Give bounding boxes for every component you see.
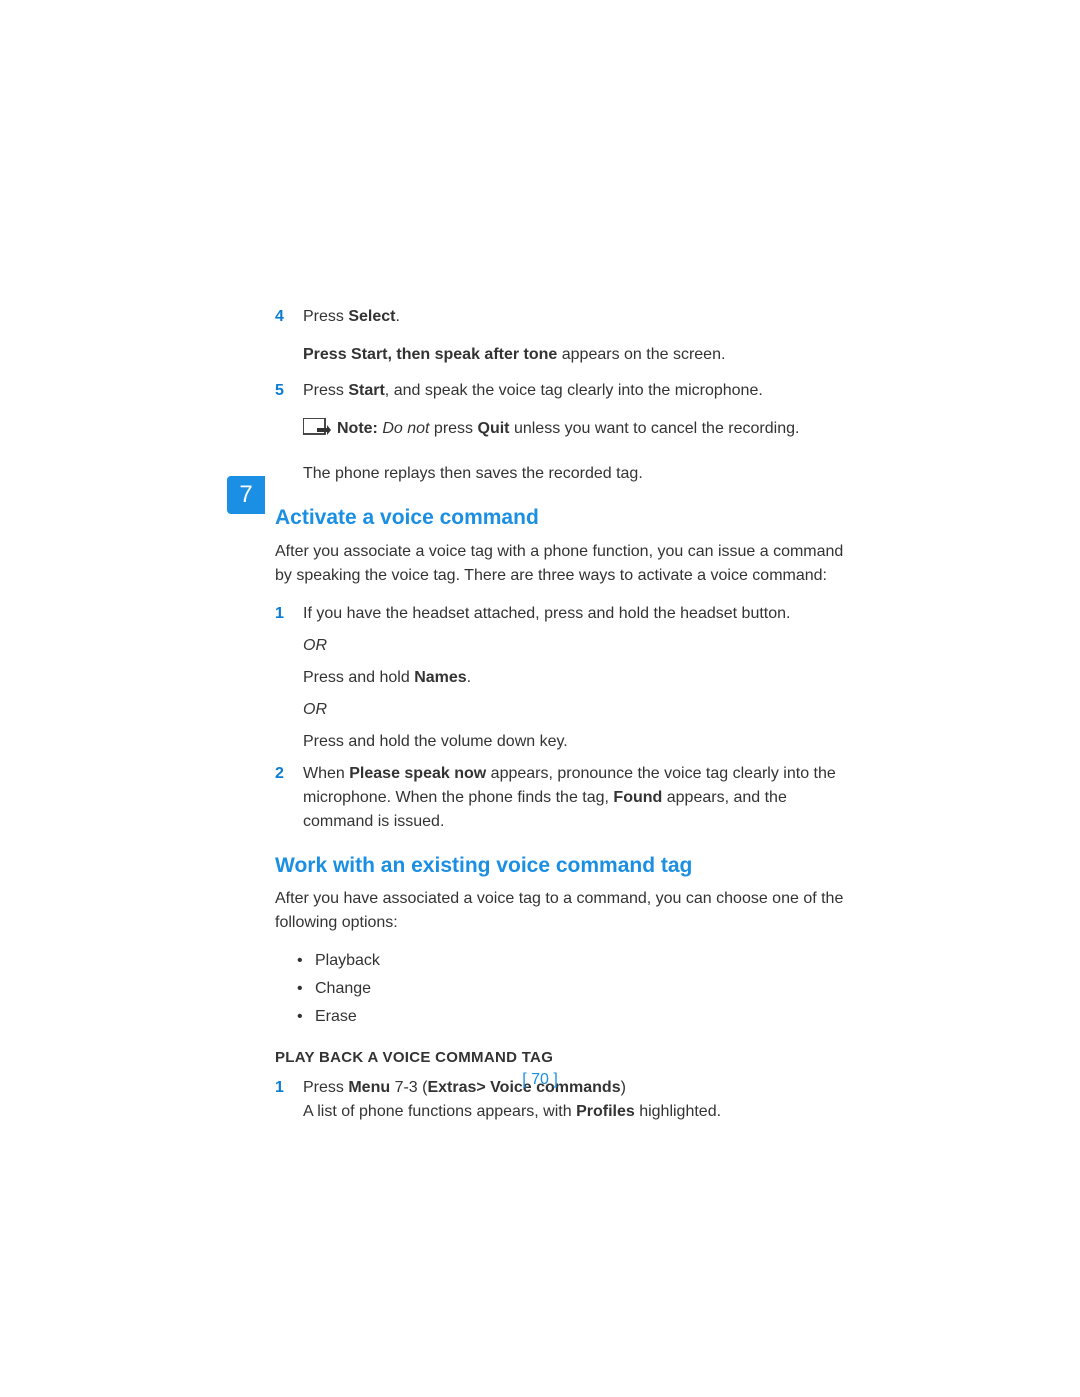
or-label: OR bbox=[303, 698, 855, 722]
note-block: Note: Do not press Quit unless you want … bbox=[303, 417, 855, 448]
step-5: 5 Press Start, and speak the voice tag c… bbox=[275, 379, 855, 403]
alt-option-1: Press and hold Names. bbox=[303, 666, 855, 690]
steps-continued-2: 5 Press Start, and speak the voice tag c… bbox=[275, 379, 855, 403]
step-number: 2 bbox=[275, 762, 303, 834]
para-activate: After you associate a voice tag with a p… bbox=[275, 540, 855, 588]
step-number: 1 bbox=[275, 602, 303, 626]
list-item: •Change bbox=[297, 977, 855, 1001]
note-icon bbox=[303, 418, 337, 448]
activate-step-2: 2 When Please speak now appears, pronoun… bbox=[275, 762, 855, 834]
chapter-number: 7 bbox=[239, 477, 252, 513]
step-number: 4 bbox=[275, 305, 303, 329]
step-text: Press Select. bbox=[303, 305, 855, 329]
or-label: OR bbox=[303, 634, 855, 658]
alt-option-2: Press and hold the volume down key. bbox=[303, 730, 855, 754]
page-number: [ 70 ] bbox=[0, 1068, 1080, 1092]
list-item: •Erase bbox=[297, 1005, 855, 1029]
options-list: •Playback •Change •Erase bbox=[297, 949, 855, 1029]
activate-steps: 1 If you have the headset attached, pres… bbox=[275, 602, 855, 834]
after-note-text: The phone replays then saves the recorde… bbox=[303, 462, 855, 486]
para-work: After you have associated a voice tag to… bbox=[275, 887, 855, 935]
steps-continued: 4 Press Select. bbox=[275, 305, 855, 329]
screen-message: Press Start, then speak after tone appea… bbox=[303, 343, 855, 367]
heading-activate: Activate a voice command bbox=[275, 502, 855, 534]
note-text: Note: Do not press Quit unless you want … bbox=[337, 417, 855, 441]
heading-playback: PLAY BACK A VOICE COMMAND TAG bbox=[275, 1047, 855, 1070]
activate-step-1: 1 If you have the headset attached, pres… bbox=[275, 602, 855, 626]
step-text: When Please speak now appears, pronounce… bbox=[303, 762, 855, 834]
chapter-tab: 7 bbox=[227, 476, 265, 514]
step-text: Press Start, and speak the voice tag cle… bbox=[303, 379, 855, 403]
step-number: 5 bbox=[275, 379, 303, 403]
list-item: •Playback bbox=[297, 949, 855, 973]
manual-page: 7 4 Press Select. Press Start, then spea… bbox=[0, 0, 1080, 1397]
step-text: If you have the headset attached, press … bbox=[303, 602, 855, 626]
heading-work: Work with an existing voice command tag bbox=[275, 850, 855, 882]
step-4: 4 Press Select. bbox=[275, 305, 855, 329]
